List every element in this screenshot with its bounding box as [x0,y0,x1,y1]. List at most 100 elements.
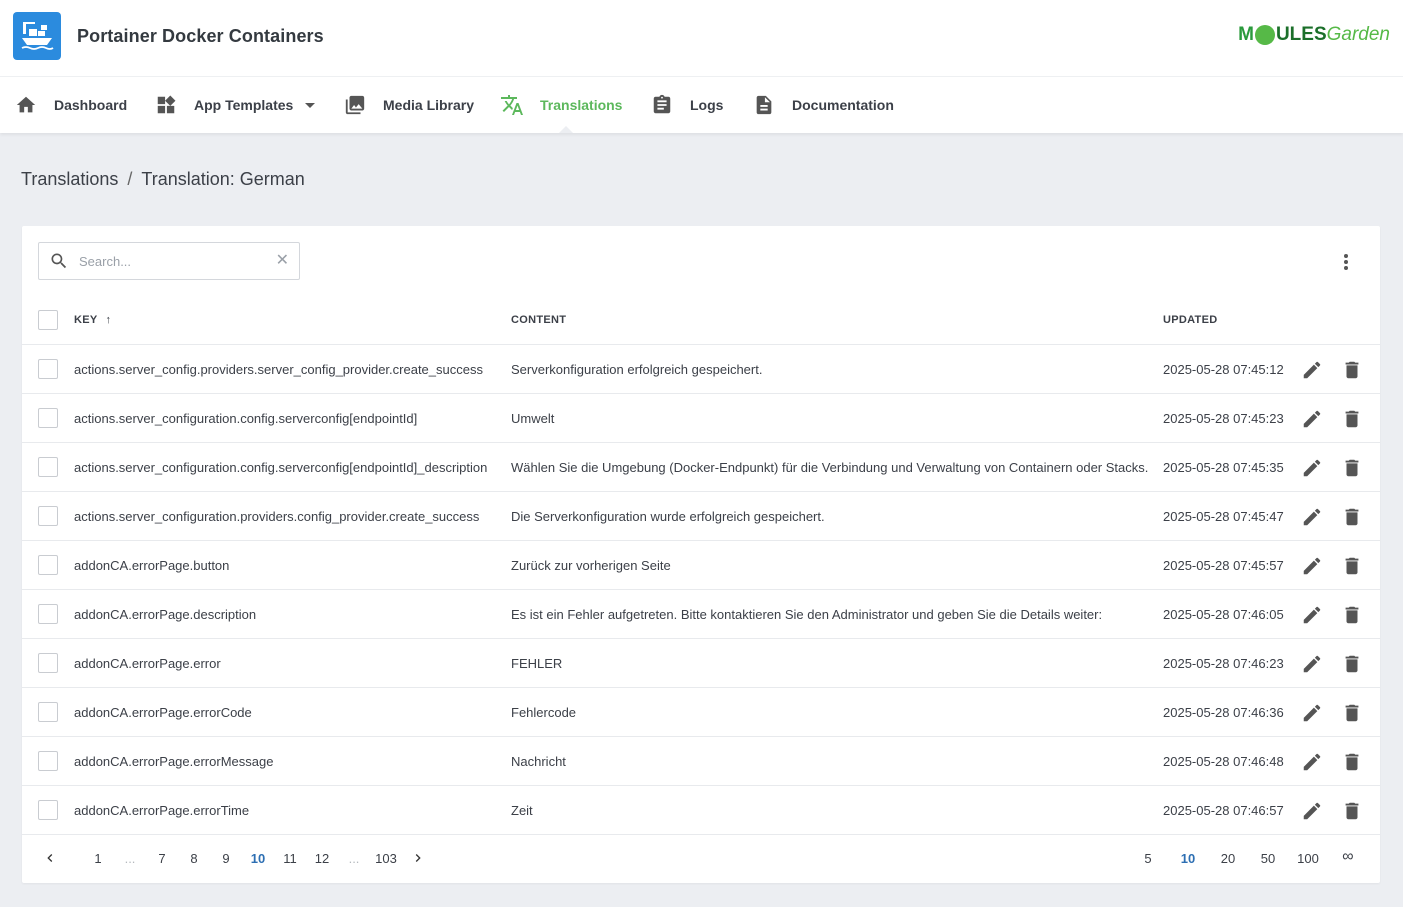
row-checkbox[interactable] [38,408,58,428]
page-size-option[interactable]: ∞ [1332,848,1364,866]
delete-icon[interactable] [1341,604,1363,626]
row-key: actions.server_configuration.config.serv… [74,411,418,426]
table-row: actions.server_config.providers.server_c… [22,345,1380,394]
page-size-option[interactable]: 100 [1292,851,1324,866]
nav-item-documentation[interactable]: Documentation [752,77,894,133]
edit-icon[interactable] [1301,800,1323,822]
column-updated[interactable]: UPDATED [1163,314,1217,326]
column-key[interactable]: KEY ↑ [74,314,111,326]
nav-item-app-templates[interactable]: App Templates [154,77,316,133]
page-button[interactable]: 103 [370,851,402,866]
delete-icon[interactable] [1341,751,1363,773]
search-input[interactable] [79,253,269,269]
row-checkbox[interactable] [38,604,58,624]
edit-icon[interactable] [1301,506,1323,528]
delete-icon[interactable] [1341,702,1363,724]
delete-icon[interactable] [1341,506,1363,528]
edit-icon[interactable] [1301,457,1323,479]
row-updated: 2025-05-28 07:46:57 [1163,803,1284,818]
delete-icon[interactable] [1341,359,1363,381]
nav-item-dashboard[interactable]: Dashboard [14,77,127,133]
table-header: KEY ↑ CONTENT UPDATED [22,296,1380,345]
page-button[interactable]: 10 [242,851,274,866]
delete-icon[interactable] [1341,457,1363,479]
edit-icon[interactable] [1301,604,1323,626]
delete-icon[interactable] [1341,800,1363,822]
edit-icon[interactable] [1301,702,1323,724]
row-checkbox[interactable] [38,359,58,379]
app-header: Portainer Docker Containers M ULES Garde… [0,0,1403,77]
table-row: actions.server_configuration.providers.c… [22,492,1380,541]
column-content[interactable]: CONTENT [511,314,566,326]
row-checkbox[interactable] [38,653,58,673]
page-button[interactable]: 7 [146,851,178,866]
widgets-icon [154,93,178,117]
pagination-ellipsis: ... [124,851,136,866]
more-options-icon[interactable] [1336,252,1356,272]
table-row: addonCA.errorPage.error FEHLER 2025-05-28 … [22,639,1380,688]
row-content: Fehlercode [511,705,577,720]
row-key: actions.server_config.providers.server_c… [74,362,483,377]
page-button[interactable]: 11 [274,851,306,866]
translations-table: KEY ↑ CONTENT UPDATED actions.server_conf… [22,296,1380,835]
row-key: actions.server_configuration.config.serv… [74,460,488,475]
row-key: addonCA.errorPage.errorMessage [74,754,274,769]
table-row: addonCA.errorPage.errorTime Zeit 2025-05-2… [22,786,1380,835]
sort-ascending-icon: ↑ [105,314,112,326]
row-updated: 2025-05-28 07:45:12 [1163,362,1284,377]
nav-item-logs[interactable]: Logs [650,77,723,133]
row-updated: 2025-05-28 07:46:23 [1163,656,1284,671]
row-checkbox[interactable] [38,506,58,526]
table-row: addonCA.errorPage.errorCode Fehlercode 202… [22,688,1380,737]
modulesgarden-logo[interactable]: M ULES Garden [1238,24,1390,46]
row-checkbox[interactable] [38,702,58,722]
search-box[interactable]: ✕ [38,242,300,280]
chevron-right-icon[interactable] [410,850,426,866]
home-icon [14,93,38,117]
row-key: addonCA.errorPage.button [74,558,230,573]
row-checkbox[interactable] [38,555,58,575]
breadcrumb-parent[interactable]: Translations [21,169,118,190]
active-tab-pointer [559,126,573,133]
edit-icon[interactable] [1301,555,1323,577]
delete-icon[interactable] [1341,555,1363,577]
page-title: Translation: German [141,169,305,189]
edit-icon[interactable] [1301,359,1323,381]
page-size-option[interactable]: 5 [1132,851,1164,866]
nav-item-media-library[interactable]: Media Library [343,77,474,133]
search-icon [51,253,67,269]
delete-icon[interactable] [1341,653,1363,675]
edit-icon[interactable] [1301,653,1323,675]
row-content: Zeit [511,803,533,818]
row-content: Wählen Sie die Umgebung (Docker-Endpunkt… [511,460,1149,475]
pagination-ellipsis: ... [348,851,360,866]
row-content: Nachricht [511,754,566,769]
edit-icon[interactable] [1301,751,1323,773]
chevron-left-icon[interactable] [42,850,58,866]
page-size-option[interactable]: 10 [1172,851,1204,866]
page-button[interactable]: 12 [306,851,338,866]
select-all-checkbox[interactable] [38,310,58,330]
row-key: addonCA.errorPage.description [74,607,257,622]
page-size-option[interactable]: 20 [1212,851,1244,866]
page-button[interactable]: 9 [210,851,242,866]
row-content: Die Serverkonfiguration wurde erfolgreic… [511,509,825,524]
table-row: addonCA.errorPage.description Es ist ein … [22,590,1380,639]
row-content: FEHLER [511,656,563,671]
row-checkbox[interactable] [38,800,58,820]
app-logo-icon [13,12,61,60]
row-updated: 2025-05-28 07:46:36 [1163,705,1284,720]
edit-icon[interactable] [1301,408,1323,430]
delete-icon[interactable] [1341,408,1363,430]
page-button[interactable]: 1 [82,851,114,866]
nav-item-translations[interactable]: Translations [500,77,622,133]
page-size-option[interactable]: 50 [1252,851,1284,866]
row-content: Serverkonfiguration erfolgreich gespeich… [511,362,763,377]
clear-search-icon[interactable]: ✕ [276,253,289,269]
row-key: addonCA.errorPage.errorTime [74,803,250,818]
row-updated: 2025-05-28 07:46:48 [1163,754,1284,769]
page-button[interactable]: 8 [178,851,210,866]
row-content: Es ist ein Fehler aufgetreten. Bitte kon… [511,607,1103,622]
row-checkbox[interactable] [38,457,58,477]
row-checkbox[interactable] [38,751,58,771]
